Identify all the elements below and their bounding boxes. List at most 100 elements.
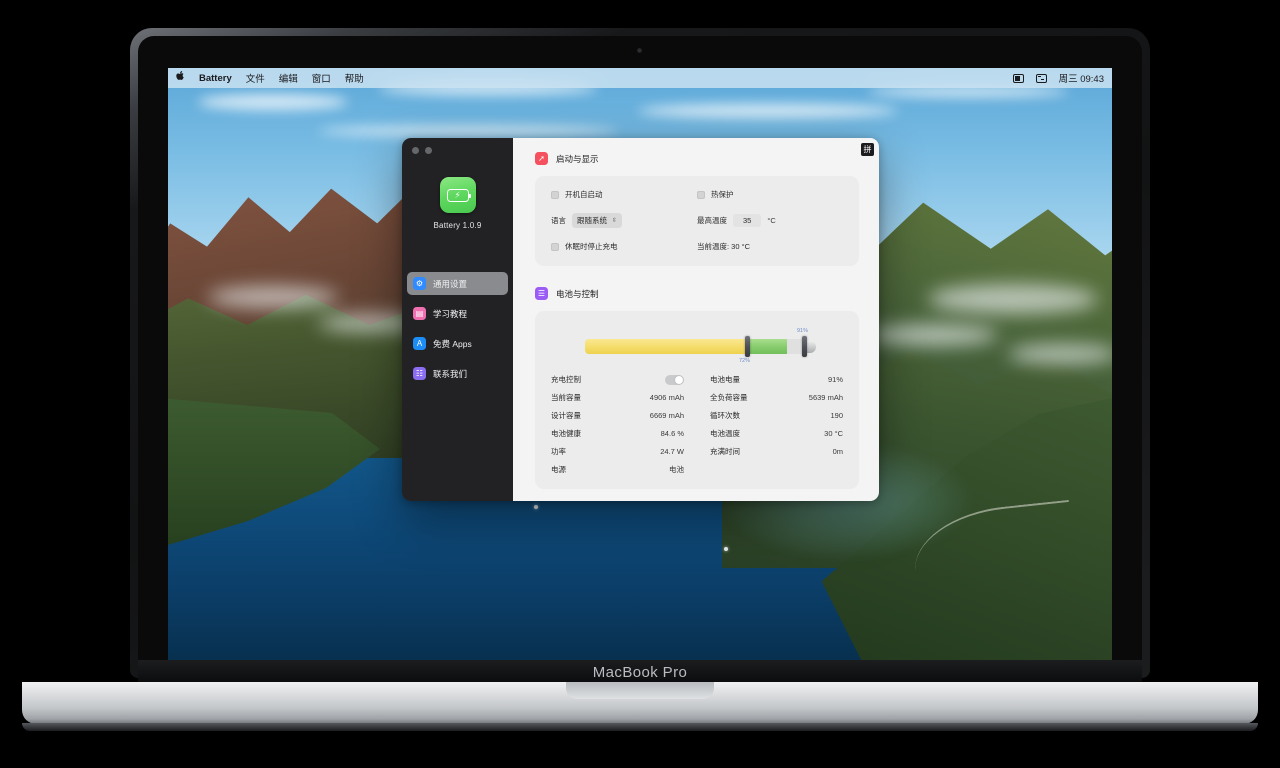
webcam-icon: [637, 48, 642, 53]
stat-value: 24.7 W: [660, 447, 684, 456]
sidebar-item-tutorials[interactable]: ▤ 学习教程: [407, 302, 508, 325]
stat-value: 84.6 %: [660, 429, 684, 438]
stat-key: 循环次数: [710, 411, 740, 420]
battery-control-icon: ☰: [535, 287, 548, 300]
charge-control-toggle[interactable]: [665, 374, 684, 385]
stat-key: 充满时间: [710, 447, 740, 456]
max-temp-label: 最高温度: [697, 216, 727, 225]
app-version-label: Battery 1.0.9: [433, 221, 482, 230]
screenshot-root: Battery 文件 编辑 窗口 帮助 周三 09:43 ⚡ Battery 1…: [0, 0, 1280, 768]
app-store-icon: A: [413, 337, 426, 350]
sidebar-item-label: 免费 Apps: [433, 338, 472, 349]
checkbox-label: 热保护: [711, 190, 734, 199]
fog: [208, 286, 338, 308]
boat: [724, 547, 728, 551]
sidebar-item-contact-us[interactable]: ☷ 联系我们: [407, 362, 508, 385]
stat-key: 电池健康: [551, 429, 581, 438]
battery-control-card: 72% 91% 充电控制 电池电量 91% 当前容量 4906 mAh 全负荷容…: [535, 311, 859, 489]
stop-charge-on-sleep-checkbox[interactable]: [551, 242, 559, 251]
autostart-checkbox[interactable]: [551, 190, 559, 199]
language-select[interactable]: 跟随系统 ⇳: [572, 213, 623, 228]
battery-range-slider[interactable]: 72% 91%: [551, 326, 843, 366]
max-temp-input[interactable]: 35: [733, 214, 762, 227]
close-button[interactable]: [412, 147, 419, 154]
contact-icon: ☷: [413, 367, 426, 380]
battery-charging-icon: ⚡: [439, 177, 476, 213]
book-icon: ▤: [413, 307, 426, 320]
battery-icon[interactable]: [1012, 73, 1024, 83]
sidebar-item-label: 学习教程: [433, 308, 468, 319]
table-row: 电源 电池: [551, 464, 684, 475]
gear-icon: ⚙: [413, 277, 426, 290]
app-branding: ⚡ Battery 1.0.9: [402, 177, 513, 230]
fog: [928, 284, 1098, 314]
current-temp-text: 当前温度: 30 °C: [697, 242, 751, 251]
cloud: [638, 104, 898, 118]
battery-fill-green: [744, 339, 787, 354]
apple-menu-icon[interactable]: [176, 70, 185, 84]
section-title: 电池与控制: [556, 288, 599, 299]
device-model-label: MacBook Pro: [592, 664, 688, 681]
checkbox-row-autostart[interactable]: 开机自启动: [551, 189, 697, 200]
sidebar-item-label: 通用设置: [433, 278, 468, 289]
stat-value: 5639 mAh: [808, 393, 843, 402]
input-method-badge[interactable]: 拼: [861, 143, 874, 156]
app-content: 拼 ➚ 启动与显示 开机自启动 热保护 语言 跟随系统 ⇳ 最高温度 35 °C…: [513, 138, 879, 501]
stat-key: 电池温度: [710, 429, 740, 438]
menu-item-window[interactable]: 窗口: [312, 71, 331, 85]
boat: [534, 505, 538, 509]
current-temp-row: 当前温度: 30 °C: [697, 241, 843, 252]
language-row: 语言 跟随系统 ⇳: [551, 213, 697, 228]
menu-item-edit[interactable]: 编辑: [279, 71, 298, 85]
table-row: 功率 24.7 W: [551, 446, 684, 457]
control-center-icon[interactable]: [1035, 73, 1047, 83]
menu-item-file[interactable]: 文件: [246, 71, 265, 85]
stat-key: 全负荷容量: [710, 393, 748, 402]
fog: [1008, 344, 1112, 364]
table-row: 设计容量 6669 mAh: [551, 410, 684, 421]
app-sidebar: ⚡ Battery 1.0.9 ⚙ 通用设置 ▤ 学习教程 A 免费 Apps …: [402, 138, 513, 501]
menu-bar: Battery 文件 编辑 窗口 帮助 周三 09:43: [168, 68, 1112, 88]
battery-app-window: ⚡ Battery 1.0.9 ⚙ 通用设置 ▤ 学习教程 A 免费 Apps …: [402, 138, 879, 501]
slider-lower-label: 72%: [739, 358, 751, 364]
slider-upper-label: 91%: [797, 328, 809, 334]
battery-outline-shape: ⚡: [446, 188, 471, 202]
table-row: 电池健康 84.6 %: [551, 428, 684, 439]
thermal-protection-checkbox[interactable]: [697, 190, 705, 199]
language-label: 语言: [551, 216, 566, 225]
sidebar-item-general-settings[interactable]: ⚙ 通用设置: [407, 272, 508, 295]
laptop-base-edge: [22, 723, 1258, 731]
table-row: 充满时间 0m: [710, 446, 843, 457]
battery-fill-yellow: [585, 339, 745, 354]
menu-item-help[interactable]: 帮助: [345, 71, 364, 85]
section-header-startup: ➚ 启动与显示: [535, 152, 859, 165]
stat-key: 当前容量: [551, 393, 581, 402]
cloud: [198, 94, 348, 110]
battery-stats-grid: 充电控制 电池电量 91% 当前容量 4906 mAh 全负荷容量 5639 m…: [551, 374, 843, 475]
menu-app-name[interactable]: Battery: [199, 73, 232, 84]
sidebar-nav: ⚙ 通用设置 ▤ 学习教程 A 免费 Apps ☷ 联系我们: [402, 272, 513, 385]
checkbox-row-thermal-protection[interactable]: 热保护: [697, 189, 843, 200]
rocket-icon: ➚: [535, 152, 548, 165]
stat-value: 4906 mAh: [649, 393, 684, 402]
sidebar-item-free-apps[interactable]: A 免费 Apps: [407, 332, 508, 355]
language-selected-value: 跟随系统: [577, 216, 607, 225]
table-row: 全负荷容量 5639 mAh: [710, 392, 843, 403]
checkbox-row-stop-charge-on-sleep[interactable]: 休眠时停止充电: [551, 241, 697, 252]
stat-value: 0m: [832, 447, 843, 456]
charge-control-row: 充电控制: [551, 374, 684, 385]
stat-key: 设计容量: [551, 411, 581, 420]
cloud: [318, 126, 618, 136]
window-traffic-lights: [402, 138, 513, 154]
startup-settings-card: 开机自启动 热保护 语言 跟随系统 ⇳ 最高温度 35 °C 休眠时停止充电 当…: [535, 176, 859, 266]
minimize-button[interactable]: [425, 147, 432, 154]
menu-clock[interactable]: 周三 09:43: [1059, 71, 1104, 85]
slider-handle-lower[interactable]: [745, 336, 750, 357]
section-title: 启动与显示: [556, 153, 599, 164]
slider-handle-upper[interactable]: [802, 336, 807, 357]
section-header-battery-control: ☰ 电池与控制: [535, 287, 859, 300]
charge-control-label: 充电控制: [551, 375, 581, 384]
fog: [868, 324, 998, 346]
stat-key: 功率: [551, 447, 566, 456]
checkbox-label: 开机自启动: [565, 190, 603, 199]
